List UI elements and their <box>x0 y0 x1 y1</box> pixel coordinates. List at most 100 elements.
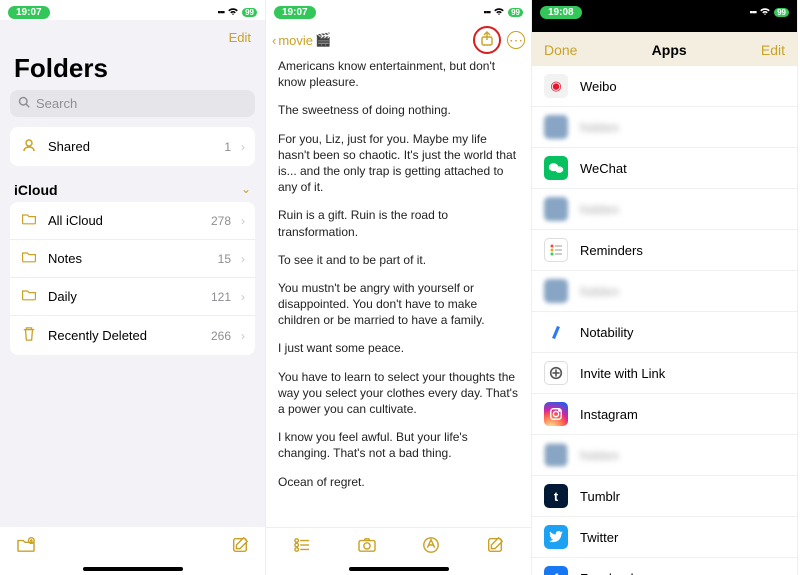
chevron-right-icon: › <box>241 140 245 154</box>
note-paragraph: You have to learn to select your thought… <box>278 369 519 418</box>
app-row-twitter[interactable]: Twitter <box>532 517 797 558</box>
share-highlight-circle <box>473 26 501 54</box>
folder-icon <box>20 212 38 229</box>
app-row-invite[interactable]: Invite with Link <box>532 353 797 394</box>
back-label: movie <box>278 33 313 48</box>
more-button[interactable]: ⋯ <box>507 31 525 49</box>
shared-row[interactable]: Shared 1 › <box>10 127 255 166</box>
note-content[interactable]: Americans know entertainment, but don't … <box>266 58 531 527</box>
tumblr-icon: t <box>544 484 568 508</box>
search-input[interactable]: Search <box>10 90 255 117</box>
note-nav: ‹ movie 🎬 ⋯ <box>266 20 531 58</box>
app-label: Weibo <box>580 79 617 94</box>
phone-3-apps: 19:08 ▪▪▪ 99 Done Apps Edit ◉ Weibo hidden… <box>532 0 798 575</box>
phone-2-note: 19:07 ▪▪▪ 99 ‹ movie 🎬 ⋯ Americans know <box>266 0 532 575</box>
weibo-icon: ◉ <box>544 74 568 98</box>
note-paragraph: Ocean of regret. <box>278 474 519 490</box>
app-row-tumblr[interactable]: tTumblr <box>532 476 797 517</box>
note-paragraph: Americans know entertainment, but don't … <box>278 58 519 90</box>
home-indicator <box>349 567 449 571</box>
app-label: Invite with Link <box>580 366 665 381</box>
home-indicator <box>83 567 183 571</box>
edit-button[interactable]: Edit <box>10 20 255 51</box>
instagram-icon <box>544 402 568 426</box>
status-icons: ▪▪▪ 99 <box>484 6 523 19</box>
folder-count: 15 <box>218 252 231 266</box>
battery-icon: 99 <box>242 8 257 17</box>
done-button[interactable]: Done <box>544 42 577 58</box>
icloud-section-header[interactable]: iCloud ⌄ <box>10 176 255 202</box>
app-row-weibo[interactable]: ◉ Weibo <box>532 66 797 107</box>
app-row-instagram[interactable]: Instagram <box>532 394 797 435</box>
folder-row[interactable]: Notes15› <box>10 239 255 277</box>
edit-button[interactable]: Edit <box>761 42 785 58</box>
chevron-right-icon: › <box>241 329 245 343</box>
folder-row[interactable]: All iCloud 278 › <box>10 202 255 239</box>
status-icons: ▪▪▪ 99 <box>218 6 257 19</box>
trash-icon <box>20 326 38 345</box>
app-row-wechat[interactable]: WeChat <box>532 148 797 189</box>
wifi-icon <box>759 6 771 19</box>
app-label: Notability <box>580 325 633 340</box>
clapper-icon: 🎬 <box>315 32 331 48</box>
compose-button[interactable] <box>486 536 504 559</box>
app-label: Instagram <box>580 407 638 422</box>
folder-row[interactable]: Recently Deleted266› <box>10 315 255 355</box>
app-label: Twitter <box>580 530 618 545</box>
note-paragraph: You mustn't be angry with yourself or di… <box>278 280 519 329</box>
status-time: 19:08 <box>540 6 582 19</box>
status-icons: ▪▪▪ 99 <box>750 6 789 19</box>
share-button[interactable] <box>480 31 494 50</box>
app-label: WeChat <box>580 161 627 176</box>
note-paragraph: I just want some peace. <box>278 340 519 356</box>
unknown-app-icon <box>544 443 568 467</box>
folder-count: 278 <box>211 214 231 228</box>
status-time: 19:07 <box>274 6 316 19</box>
chevron-left-icon: ‹ <box>272 33 276 48</box>
app-label: hidden <box>580 448 619 463</box>
camera-button[interactable] <box>357 537 377 558</box>
wechat-icon <box>544 156 568 180</box>
note-body: ‹ movie 🎬 ⋯ Americans know entertainment… <box>266 20 531 527</box>
compose-button[interactable] <box>231 536 249 559</box>
signal-icon: ▪▪▪ <box>750 7 757 17</box>
app-row-facebook[interactable]: fFacebook <box>532 558 797 575</box>
note-toolbar <box>266 527 531 567</box>
search-placeholder: Search <box>36 96 77 111</box>
blurred-app-icon <box>544 279 568 303</box>
search-icon <box>18 96 30 111</box>
folders-card: All iCloud 278 › Notes 15 › Daily121›Recently … <box>10 202 255 355</box>
app-row-reminders[interactable]: Reminders <box>532 230 797 271</box>
chevron-right-icon: › <box>241 214 245 228</box>
battery-icon: 99 <box>508 8 523 17</box>
folder-label: All iCloud <box>48 213 201 228</box>
app-row-unknown[interactable]: hidden <box>532 435 797 476</box>
shared-label: Shared <box>48 139 214 154</box>
checklist-button[interactable] <box>293 537 311 558</box>
app-row-blur[interactable]: hidden <box>532 271 797 312</box>
note-paragraph: I know you feel awful. But your life's c… <box>278 429 519 461</box>
note-paragraph: For you, Liz, just for you. Maybe my lif… <box>278 131 519 196</box>
app-row-blur[interactable]: hidden <box>532 189 797 230</box>
app-row-notability[interactable]: Notability <box>532 312 797 353</box>
back-button[interactable]: ‹ movie 🎬 <box>272 32 331 48</box>
status-bar: 19:07 ▪▪▪ 99 <box>266 0 531 20</box>
new-folder-button[interactable] <box>16 537 36 558</box>
apps-title: Apps <box>652 42 687 58</box>
notability-icon <box>544 320 568 344</box>
blurred-app-icon <box>544 115 568 139</box>
chevron-down-icon: ⌄ <box>241 182 251 198</box>
apps-list[interactable]: ◉WeibohiddenWeChathiddenRemindershiddenN… <box>532 66 797 575</box>
shared-count: 1 <box>224 140 231 154</box>
black-gap <box>532 20 797 32</box>
app-label: Facebook <box>580 571 637 575</box>
folder-row[interactable]: Daily121› <box>10 277 255 315</box>
wifi-icon <box>227 6 239 19</box>
app-row-blur[interactable]: hidden <box>532 107 797 148</box>
folder-label: Notes <box>48 251 208 266</box>
note-paragraph: To see it and to be part of it. <box>278 252 519 268</box>
wifi-icon <box>493 6 505 19</box>
app-label: hidden <box>580 120 619 135</box>
markup-button[interactable] <box>422 536 440 559</box>
phone-1-folders: 19:07 ▪▪▪ 99 Edit Folders Search Shared … <box>0 0 266 575</box>
